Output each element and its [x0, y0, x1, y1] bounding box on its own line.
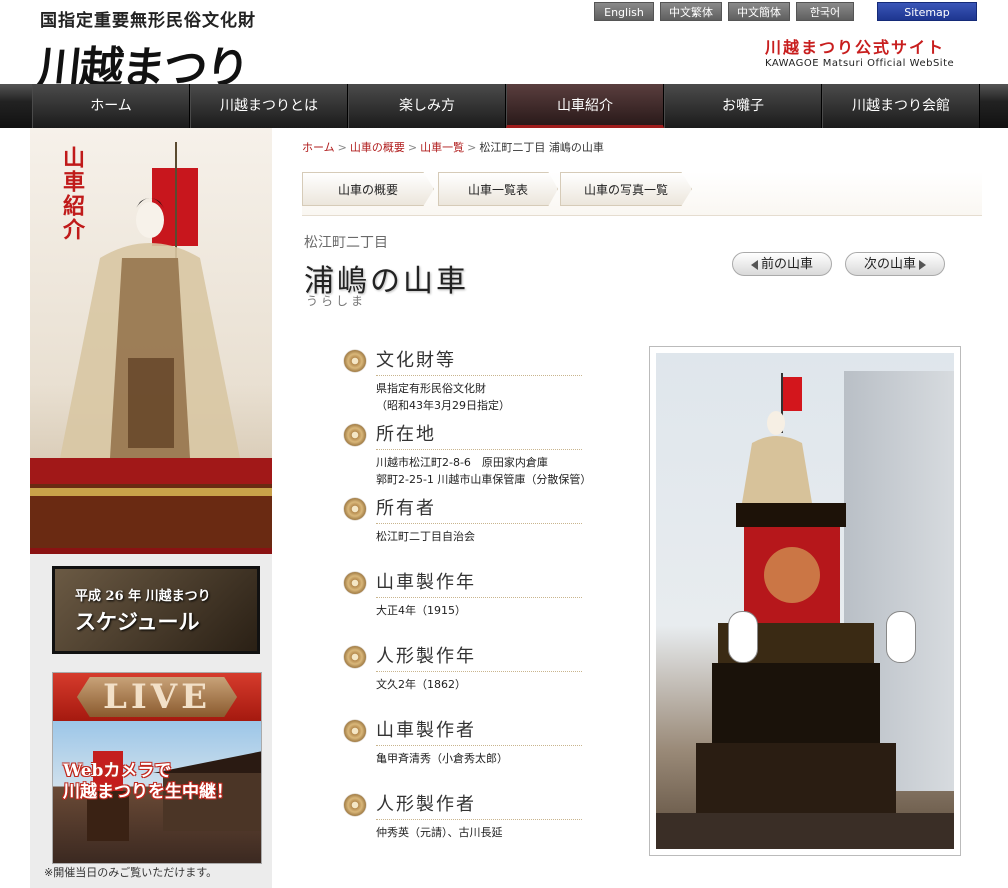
site-title-jp: 川越まつり公式サイト [765, 38, 946, 57]
lang-english-button[interactable]: English [594, 2, 654, 21]
lang-korean-button[interactable]: 한국어 [796, 2, 854, 21]
info-heading: 所在地 [376, 420, 582, 450]
schedule-banner-year: 平成 26 年 川越まつり [75, 588, 211, 604]
site-header: 国指定重要無形民俗文化財 川越まつり English 中文繁体語 中文簡体語 한… [0, 0, 1008, 94]
chrysanthemum-icon [344, 572, 366, 594]
nav-item-home[interactable]: ホーム [32, 84, 190, 128]
sitemap-button[interactable]: Sitemap [877, 2, 977, 21]
info-body: 大正4年（1915） [376, 604, 466, 617]
sidebar-hero-label: 山車紹介 [59, 146, 85, 242]
info-body: 県指定有形民俗文化財 （昭和43年3月29日指定） [376, 382, 510, 412]
info-body: 川越市松江町2-8-6 原田家内倉庫 郭町2-25-1 川越市山車保管庫（分散保… [376, 456, 592, 486]
info-body: 松江町二丁目自治会 [376, 530, 475, 543]
breadcrumb-separator: > [467, 141, 477, 154]
info-heading: 山車製作者 [376, 716, 582, 746]
breadcrumb-separator: > [337, 141, 347, 154]
sidebar-hero-image: 山車紹介 [30, 128, 272, 554]
info-heading: 所有者 [376, 494, 582, 524]
info-item-float-maker: 山車製作者 亀甲斉清秀（小倉秀太郎） [344, 716, 594, 790]
lang-simplified-chinese-button[interactable]: 中文簡体語 [728, 2, 790, 38]
arrow-right-icon [919, 259, 926, 270]
schedule-banner[interactable]: 平成 26 年 川越まつり スケジュール [52, 566, 260, 654]
hero-bottom-band [30, 548, 272, 554]
subtab-floats-overview[interactable]: 山車の概要 [302, 172, 434, 206]
float-photo [656, 353, 954, 849]
nav-item-hayashi[interactable]: お囃子 [664, 84, 822, 128]
info-item-owner: 所有者 松江町二丁目自治会 [344, 494, 594, 568]
nav-item-floats[interactable]: 山車紹介 [506, 84, 664, 128]
info-item-doll-year: 人形製作年 文久2年（1862） [344, 642, 594, 716]
nav-item-about[interactable]: 川越まつりとは [190, 84, 348, 128]
info-heading: 文化財等 [376, 346, 582, 376]
live-caption-line2: 川越まつりを生中継！ [63, 782, 233, 802]
language-bar: English 中文繁体語 中文簡体語 한국어 [594, 2, 854, 38]
next-float-button[interactable]: 次の山車 [845, 252, 945, 276]
subtab-floats-photos[interactable]: 山車の写真一覧 [560, 172, 692, 206]
chrysanthemum-icon [344, 794, 366, 816]
info-item-float-year: 山車製作年 大正4年（1915） [344, 568, 594, 642]
prev-float-label: 前の山車 [760, 257, 813, 272]
chrysanthemum-icon [344, 646, 366, 668]
breadcrumb-separator: > [407, 141, 418, 154]
nav-item-museum[interactable]: 川越まつり会館 [822, 84, 980, 128]
chrysanthemum-icon [344, 350, 366, 372]
lang-traditional-chinese-button[interactable]: 中文繁体語 [660, 2, 722, 38]
subtab-floats-table[interactable]: 山車一覧表 [438, 172, 558, 206]
sub-navigation: 山車の概要 山車一覧表 山車の写真一覧 [302, 172, 982, 216]
live-banner-title: LIVE [76, 677, 238, 717]
live-banner-caption: Webカメラで 川越まつりを生中継！ [63, 761, 233, 803]
breadcrumb-floats-overview[interactable]: 山車の概要 [350, 141, 405, 154]
area-label: 松江町二丁目 [304, 235, 388, 251]
chrysanthemum-icon [344, 720, 366, 742]
info-item-doll-maker: 人形製作者 仲秀英（元請）、古川長延 [344, 790, 594, 864]
breadcrumb-current: 松江町二丁目 浦嶋の山車 [479, 141, 604, 154]
live-caption-line1: Webカメラで [63, 761, 172, 781]
header-caption: 国指定重要無形民俗文化財 [40, 11, 256, 31]
info-body: 亀甲斉清秀（小倉秀太郎） [376, 752, 508, 765]
info-item-location: 所在地 川越市松江町2-8-6 原田家内倉庫 郭町2-25-1 川越市山車保管庫… [344, 420, 594, 494]
schedule-banner-title: スケジュール [75, 608, 200, 634]
chrysanthemum-icon [344, 424, 366, 446]
info-heading: 山車製作年 [376, 568, 582, 598]
chrysanthemum-icon [344, 498, 366, 520]
float-info-list: 文化財等 県指定有形民俗文化財 （昭和43年3月29日指定） 所在地 川越市松江… [344, 346, 594, 864]
nav-item-enjoy[interactable]: 楽しみ方 [348, 84, 506, 128]
breadcrumb-home[interactable]: ホーム [302, 141, 335, 154]
site-title-en: KAWAGOE Matsuri Official WebSite [765, 58, 955, 69]
sidebar: 山車紹介 平成 26 年 川越まつり スケジュール LIVE Webカメラで 川… [30, 128, 272, 888]
lantern-right [886, 611, 916, 663]
info-body: 文久2年（1862） [376, 678, 466, 691]
info-heading: 人形製作年 [376, 642, 582, 672]
page-title-reading: うらしま [306, 294, 367, 308]
float-photo-frame [649, 346, 961, 856]
global-nav: ホーム 川越まつりとは 楽しみ方 山車紹介 お囃子 川越まつり会館 [0, 84, 1008, 128]
info-body: 仲秀英（元請）、古川長延 [376, 826, 503, 839]
lantern-left [728, 611, 758, 663]
info-item-cultural-property: 文化財等 県指定有形民俗文化財 （昭和43年3月29日指定） [344, 346, 594, 420]
breadcrumb-floats-list[interactable]: 山車一覧 [420, 141, 464, 154]
prev-float-button[interactable]: 前の山車 [732, 252, 832, 276]
info-heading: 人形製作者 [376, 790, 582, 820]
breadcrumb: ホーム > 山車の概要 > 山車一覧 > 松江町二丁目 浦嶋の山車 [302, 139, 604, 155]
live-note: ※開催当日のみご覧いただけます。 [44, 866, 218, 879]
live-webcam-banner[interactable]: LIVE Webカメラで 川越まつりを生中継！ [52, 672, 262, 864]
arrow-left-icon [750, 259, 758, 270]
live-banner-header: LIVE [53, 673, 261, 721]
next-float-label: 次の山車 [863, 257, 916, 272]
